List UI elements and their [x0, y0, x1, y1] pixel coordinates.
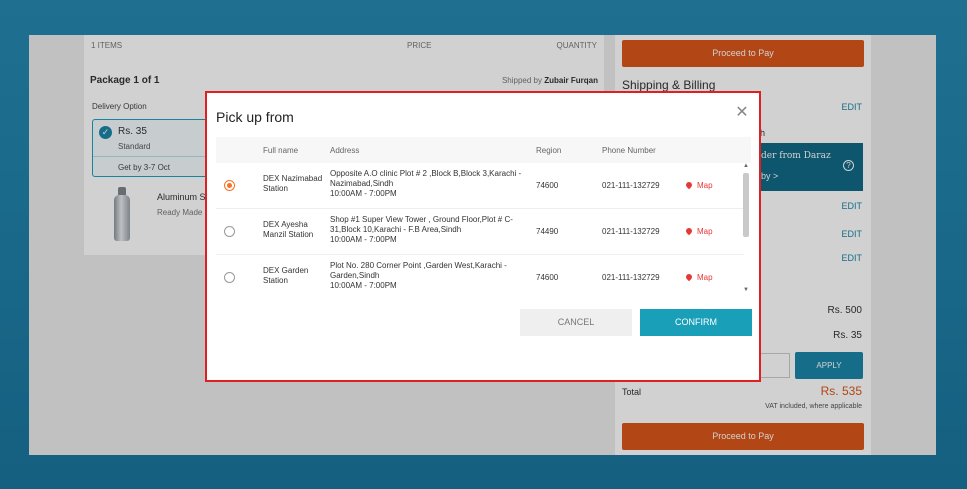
scroll-up-icon[interactable]: ▲ — [742, 163, 750, 169]
radio-unselected[interactable] — [224, 226, 235, 237]
station-name: DEX Garden Station — [263, 266, 309, 285]
map-pin-icon — [684, 226, 694, 236]
station-name: DEX Nazimabad Station — [263, 174, 323, 193]
station-address: Shop #1 Super View Tower , Ground Floor,… — [330, 215, 530, 245]
map-link[interactable]: Map — [684, 272, 713, 282]
pickup-row[interactable]: DEX Nazimabad Station Opposite A.O clini… — [216, 163, 744, 209]
col-full-name: Full name — [263, 146, 299, 155]
table-scrollbar[interactable]: ▲ ▼ — [742, 163, 750, 293]
map-pin-icon — [684, 272, 694, 282]
station-region: 74600 — [536, 181, 559, 190]
station-region: 74600 — [536, 273, 559, 282]
station-address: Plot No. 280 Corner Point ,Garden West,K… — [330, 261, 530, 291]
col-address: Address — [330, 146, 360, 155]
map-pin-icon — [684, 180, 694, 190]
station-phone: 021-111-132729 — [602, 181, 660, 190]
map-link[interactable]: Map — [684, 226, 713, 236]
scroll-thumb[interactable] — [743, 173, 749, 237]
station-address: Opposite A.O clinic Plot # 2 ,Block B,Bl… — [330, 169, 530, 199]
station-name: DEX Ayesha Manzil Station — [263, 220, 314, 239]
cancel-button[interactable]: CANCEL — [520, 309, 632, 336]
map-link[interactable]: Map — [684, 180, 713, 190]
col-region: Region — [536, 146, 562, 155]
pickup-table-header: Full name Address Region Phone Number — [216, 137, 751, 163]
pickup-modal: Pick up from ✕ Full name Address Region … — [205, 91, 761, 382]
pickup-row[interactable]: DEX Ayesha Manzil Station Shop #1 Super … — [216, 209, 744, 255]
station-hours: 10:00AM - 7:00PM — [330, 235, 397, 244]
modal-title: Pick up from — [216, 109, 294, 125]
station-hours: 10:00AM - 7:00PM — [330, 281, 397, 290]
radio-unselected[interactable] — [224, 272, 235, 283]
col-phone: Phone Number — [602, 146, 656, 155]
radio-selected[interactable] — [224, 180, 235, 191]
station-phone: 021-111-132729 — [602, 273, 660, 282]
scroll-down-icon[interactable]: ▼ — [742, 287, 750, 293]
close-icon[interactable]: ✕ — [735, 105, 749, 121]
station-hours: 10:00AM - 7:00PM — [330, 189, 397, 198]
station-region: 74490 — [536, 227, 559, 236]
pickup-row[interactable]: DEX Garden Station Plot No. 280 Corner P… — [216, 255, 744, 301]
station-phone: 021-111-132729 — [602, 227, 660, 236]
confirm-button[interactable]: CONFIRM — [640, 309, 752, 336]
